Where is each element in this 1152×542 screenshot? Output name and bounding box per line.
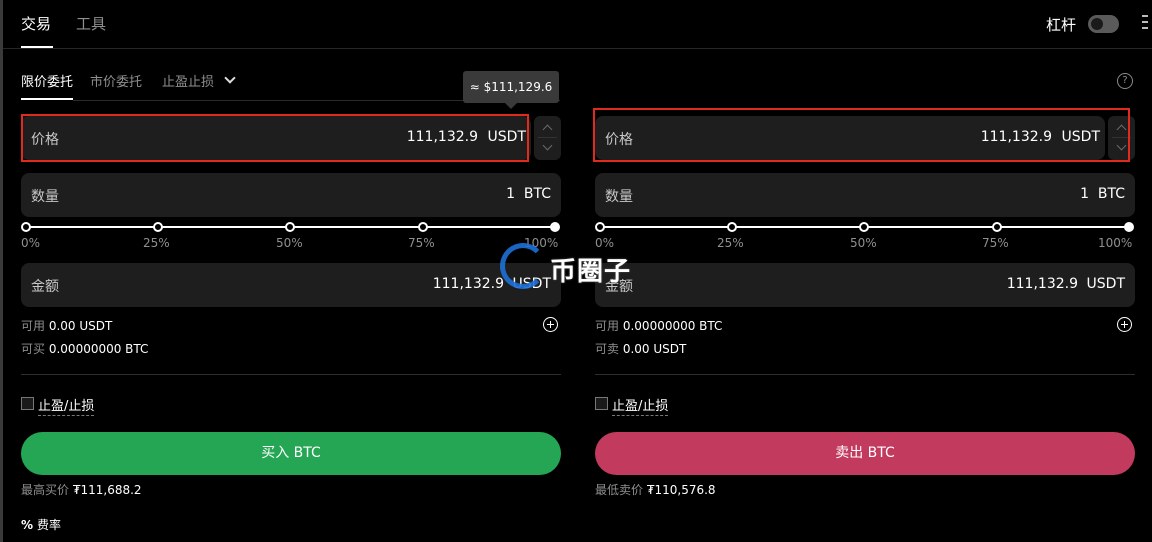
tick-label: 75% (982, 236, 1009, 250)
slider-stop-25[interactable] (727, 222, 737, 232)
max-buy-value: 0.00000000 BTC (48, 342, 149, 356)
fee-label: 费率 (37, 518, 62, 532)
best-ask-label: 最低卖价 (595, 483, 644, 497)
stepper-up-icon[interactable] (542, 124, 553, 135)
best-ask: 最低卖价 ₮110,576.8 (595, 481, 716, 498)
slider-stop-75[interactable] (992, 222, 1002, 232)
slider-stop-0[interactable] (21, 222, 31, 232)
best-bid: 最高买价 ₮111,688.2 (21, 481, 142, 498)
tpsl-checkbox[interactable] (21, 397, 34, 410)
section-divider (21, 374, 561, 375)
quantity-value: 1 (1080, 186, 1089, 202)
tick-label: 0% (21, 236, 41, 250)
slider-stop-100[interactable] (1124, 222, 1134, 232)
sell-panel: 价格 111,132.9 USDT 数量 1 BTC 0% 25% 50% 75… (593, 0, 1135, 542)
slider-stop-50[interactable] (859, 222, 869, 232)
slider-stop-0[interactable] (595, 222, 605, 232)
max-sell-label: 可卖 (595, 342, 620, 356)
slider-stop-100[interactable] (550, 222, 560, 232)
sell-button[interactable]: 卖出 BTC (595, 432, 1135, 475)
slider-ticks: 0% 25% 50% 75% 100% (595, 236, 1135, 250)
best-bid-label: 最高买价 (21, 483, 70, 497)
buy-button[interactable]: 买入 BTC (21, 432, 561, 475)
more-icon[interactable] (1142, 15, 1148, 33)
quantity-unit: BTC (1097, 186, 1125, 202)
available-balance: 可用 0.00000000 BTC (595, 317, 722, 334)
sell-quantity-field[interactable]: 数量 1 BTC (595, 173, 1135, 217)
slider-stop-75[interactable] (418, 222, 428, 232)
amount-label: 金额 (31, 279, 59, 295)
available-label: 可用 (595, 319, 620, 333)
watermark-text: 币圈子 (550, 257, 632, 287)
tpsl-label[interactable]: 止盈/止损 (612, 395, 669, 416)
available-value: 0.00000000 BTC (622, 319, 723, 333)
quantity-unit: BTC (523, 186, 551, 202)
tpsl-checkbox[interactable] (595, 397, 608, 410)
max-buy: 可买 0.00000000 BTC (21, 340, 148, 357)
best-ask-value: ₮110,576.8 (646, 483, 716, 497)
window-edge (0, 0, 3, 542)
buy-amount-field[interactable]: 金额 111,132.9 USDT (21, 263, 561, 307)
price-highlight-box (21, 114, 529, 162)
buy-percent-slider[interactable] (21, 220, 561, 234)
slider-ticks: 0% 25% 50% 75% 100% (21, 236, 561, 250)
available-label: 可用 (21, 319, 46, 333)
tick-label: 50% (276, 236, 303, 250)
sell-amount-field[interactable]: 金额 111,132.9 USDT (595, 263, 1135, 307)
max-sell-value: 0.00 USDT (622, 342, 687, 356)
buy-price-stepper[interactable] (534, 116, 561, 160)
quantity-value: 1 (506, 186, 515, 202)
buy-panel: 价格 111,132.9 USDT 数量 1 BTC 0% 25% 50% 75… (21, 0, 561, 542)
watermark-ring-icon (500, 243, 546, 289)
tick-label: 100% (1098, 236, 1133, 250)
amount-unit: USDT (1086, 276, 1125, 292)
amount-value: 111,132.9 (432, 276, 504, 292)
fee-rate-link[interactable]: % 费率 (21, 516, 61, 533)
plus-circle-icon[interactable] (1117, 317, 1132, 332)
plus-circle-icon[interactable] (543, 317, 558, 332)
amount-value: 111,132.9 (1006, 276, 1078, 292)
slider-stop-50[interactable] (285, 222, 295, 232)
available-balance: 可用 0.00 USDT (21, 317, 112, 334)
stepper-down-icon[interactable] (542, 140, 553, 151)
available-value: 0.00 USDT (48, 319, 113, 333)
best-bid-value: ₮111,688.2 (72, 483, 142, 497)
price-highlight-box (593, 108, 1130, 162)
tick-label: 75% (408, 236, 435, 250)
buy-quantity-field[interactable]: 数量 1 BTC (21, 173, 561, 217)
tick-label: 25% (143, 236, 170, 250)
percent-icon: % (21, 518, 34, 532)
section-divider (595, 374, 1135, 375)
tpsl-label[interactable]: 止盈/止损 (38, 395, 95, 416)
sell-percent-slider[interactable] (595, 220, 1135, 234)
tick-label: 25% (717, 236, 744, 250)
max-buy-label: 可买 (21, 342, 46, 356)
max-sell: 可卖 0.00 USDT (595, 340, 686, 357)
quantity-label: 数量 (605, 189, 633, 205)
stepper-divider (538, 137, 557, 138)
tick-label: 50% (850, 236, 877, 250)
watermark-logo: 币圈子 (500, 243, 650, 293)
slider-stop-25[interactable] (153, 222, 163, 232)
quantity-label: 数量 (31, 189, 59, 205)
